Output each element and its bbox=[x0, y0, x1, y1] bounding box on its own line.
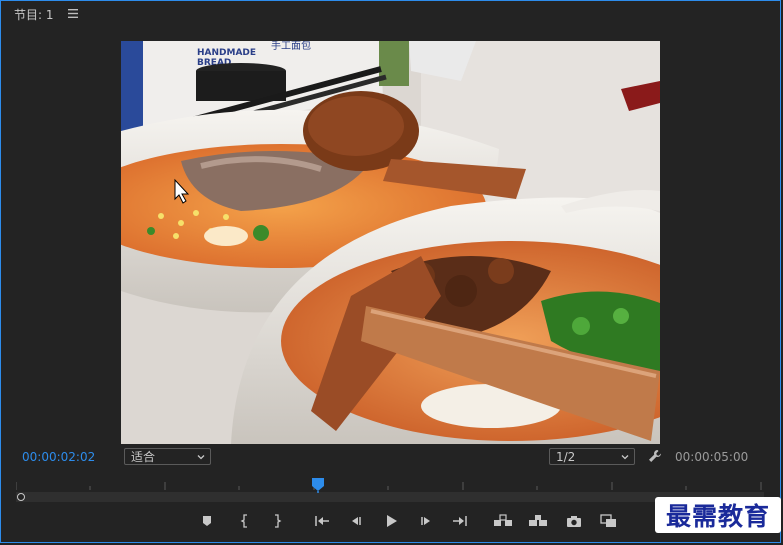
zoom-level-select[interactable]: 适合 bbox=[124, 448, 211, 465]
video-frame-noodle-bowls: HANDMADE BREAD 手工面包 bbox=[121, 41, 660, 444]
step-back-icon bbox=[352, 517, 361, 525]
chevron-down-icon bbox=[621, 454, 629, 459]
panel-header: 节目: 1 bbox=[14, 6, 78, 22]
panel-title[interactable]: 节目: 1 bbox=[14, 6, 54, 23]
zoom-level-value: 适合 bbox=[131, 450, 156, 464]
go-to-out-icon bbox=[453, 516, 467, 526]
zoom-scroll-knob[interactable] bbox=[17, 493, 25, 501]
wrench-icon[interactable] bbox=[648, 449, 662, 463]
step-back-button[interactable] bbox=[344, 511, 366, 531]
export-frame-button[interactable] bbox=[563, 511, 585, 531]
time-ruler[interactable] bbox=[16, 478, 766, 490]
marker-icon bbox=[203, 516, 211, 526]
lift-icon bbox=[494, 514, 512, 526]
resolution-value: 1/2 bbox=[556, 449, 576, 464]
extract-button[interactable] bbox=[527, 511, 549, 531]
play-icon bbox=[387, 515, 397, 527]
lift-button[interactable] bbox=[492, 511, 514, 531]
program-monitor-viewer[interactable]: HANDMADE BREAD 手工面包 bbox=[121, 41, 660, 444]
playhead-marker[interactable] bbox=[311, 477, 325, 493]
step-forward-button[interactable] bbox=[416, 511, 438, 531]
mark-in-icon bbox=[240, 514, 247, 528]
current-timecode[interactable]: 00:00:02:02 bbox=[22, 450, 95, 464]
resolution-select[interactable]: 1/2 bbox=[549, 448, 635, 465]
comparison-view-button[interactable] bbox=[598, 511, 620, 531]
go-to-in-icon bbox=[315, 516, 329, 526]
go-to-out-button[interactable] bbox=[449, 511, 471, 531]
camera-icon bbox=[567, 515, 581, 527]
add-marker-button[interactable] bbox=[196, 511, 218, 531]
play-button[interactable] bbox=[380, 511, 402, 531]
timeline-track[interactable] bbox=[16, 492, 764, 502]
duration-timecode: 00:00:05:00 bbox=[675, 450, 749, 464]
package-text-line1: HANDMADE bbox=[197, 48, 256, 58]
step-forward-icon bbox=[421, 517, 430, 525]
chevron-down-icon bbox=[197, 454, 205, 459]
extract-icon bbox=[529, 515, 547, 526]
hamburger-menu-icon[interactable] bbox=[67, 7, 78, 21]
mark-in-button[interactable] bbox=[234, 511, 256, 531]
go-to-in-button[interactable] bbox=[311, 511, 333, 531]
comparison-view-icon bbox=[600, 514, 616, 527]
mark-out-button[interactable] bbox=[266, 511, 288, 531]
package-text-cn: 手工面包 bbox=[271, 41, 311, 52]
watermark-logo: 最需教育 bbox=[655, 497, 781, 533]
mark-out-icon bbox=[275, 514, 282, 528]
